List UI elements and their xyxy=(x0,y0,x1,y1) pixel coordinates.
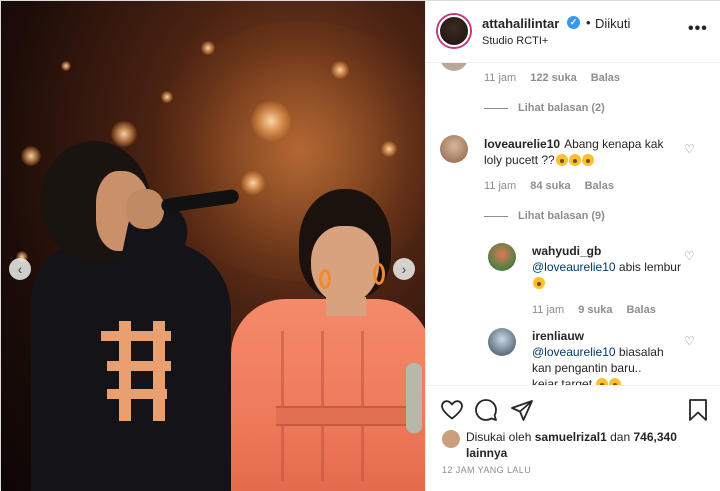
microphone xyxy=(406,363,422,433)
reply-text: irenliauw @loveaurelie10 biasalah kan pe… xyxy=(532,328,682,385)
like-reply-heart-icon[interactable]: ♡ xyxy=(684,335,696,347)
harness-strap xyxy=(101,331,171,341)
harness-strap xyxy=(107,389,167,399)
post-sidebar: attahalilintar ✓ • Diikuti Studio RCTI+ … xyxy=(425,1,720,491)
bokeh-light xyxy=(161,91,173,103)
comment-username[interactable]: loveaurelie10 xyxy=(484,137,560,151)
reply-body-continued: kejar target xyxy=(532,377,593,385)
divider-line xyxy=(484,107,508,109)
view-replies-button[interactable]: Lihat balasan (9) xyxy=(484,210,605,222)
like-comment-heart-icon[interactable]: ♡ xyxy=(684,143,696,155)
reply-likes[interactable]: 9 suka xyxy=(578,304,612,316)
reply-time: 11 jam xyxy=(532,304,565,316)
post-location[interactable]: Studio RCTI+ xyxy=(482,35,548,47)
reply-mention[interactable]: @loveaurelie10 xyxy=(532,345,616,359)
comment-text: loveaurelie10 Abang kenapa kak loly pucet… xyxy=(484,136,684,168)
bokeh-light xyxy=(21,146,41,166)
save-bookmark-icon[interactable] xyxy=(686,398,710,422)
bokeh-light xyxy=(241,171,265,195)
next-photo-button[interactable]: › xyxy=(393,258,415,280)
earring xyxy=(319,269,331,289)
likes-summary: Disukai oleh samuelrizal1 dan 746,340 la… xyxy=(466,429,706,461)
singer-woman-face xyxy=(311,226,379,304)
likes-prefix: Disukai oleh xyxy=(466,430,532,444)
earring xyxy=(373,263,385,285)
share-send-icon[interactable] xyxy=(510,398,534,422)
post-photo: ‹ › xyxy=(1,1,425,491)
reply-button[interactable]: Balas xyxy=(591,72,620,84)
view-replies-label: Lihat balasan (9) xyxy=(518,210,605,222)
bokeh-light xyxy=(111,121,137,147)
laughing-emoji-icon xyxy=(596,378,609,385)
liker-username[interactable]: samuelrizal1 xyxy=(535,430,607,444)
astonished-emoji-icon xyxy=(555,154,568,166)
reply-meta: 11 jam 9 suka Balas xyxy=(532,304,670,316)
follow-status-button[interactable]: Diikuti xyxy=(595,16,630,31)
like-heart-icon[interactable] xyxy=(440,398,464,422)
bokeh-light xyxy=(251,101,291,141)
reply-username[interactable]: irenliauw xyxy=(532,328,678,344)
author-avatar[interactable] xyxy=(438,15,470,47)
view-replies-button[interactable]: Lihat balasan (2) xyxy=(484,102,605,114)
separator-dot: • xyxy=(586,15,591,30)
bokeh-light xyxy=(201,41,215,55)
laughing-emoji-icon xyxy=(533,277,545,289)
bokeh-light xyxy=(61,61,71,71)
singer-man-hand xyxy=(126,189,164,229)
singer-woman-dress xyxy=(231,299,425,491)
comment-meta: 11 jam 122 suka Balas xyxy=(484,72,634,84)
post-header: attahalilintar ✓ • Diikuti Studio RCTI+ … xyxy=(426,1,720,63)
harness-strap xyxy=(107,361,171,371)
author-username[interactable]: attahalilintar xyxy=(482,16,559,31)
liker-avatar[interactable] xyxy=(442,430,460,448)
comment-bubble-icon[interactable] xyxy=(474,398,498,422)
chevron-right-icon: › xyxy=(401,261,407,277)
like-reply-heart-icon[interactable]: ♡ xyxy=(684,250,696,262)
previous-photo-button[interactable]: ‹ xyxy=(9,258,31,280)
astonished-emoji-icon xyxy=(568,154,581,166)
more-options-icon[interactable]: ••• xyxy=(688,20,708,38)
comments-list[interactable]: 11 jam 122 suka Balas Lihat balasan (2) lo… xyxy=(426,63,720,385)
commenter-avatar[interactable] xyxy=(440,63,468,71)
laughing-emoji-icon xyxy=(609,378,622,385)
reply-username[interactable]: wahyudi_gb xyxy=(532,243,678,259)
reply-mention[interactable]: @loveaurelie10 xyxy=(532,260,616,274)
comment-time: 11 jam xyxy=(484,180,517,192)
chevron-left-icon: ‹ xyxy=(17,261,23,277)
likes-connector: dan xyxy=(610,430,631,444)
divider-line xyxy=(484,215,508,217)
reply-button[interactable]: Balas xyxy=(626,304,655,316)
comment-meta: 11 jam 84 suka Balas xyxy=(484,180,628,192)
reply-avatar[interactable] xyxy=(488,243,516,271)
commenter-avatar[interactable] xyxy=(440,135,468,163)
reply-text: wahyudi_gb @loveaurelie10 abis lembur xyxy=(532,243,682,291)
comment-time: 11 jam xyxy=(484,72,517,84)
reply-body: abis lembur xyxy=(618,260,681,274)
post-time-ago[interactable]: 12 JAM YANG LALU xyxy=(442,465,531,475)
reply-avatar[interactable] xyxy=(488,328,516,356)
bokeh-light xyxy=(381,141,397,157)
verified-badge-icon: ✓ xyxy=(567,16,580,29)
dress-belt xyxy=(276,406,406,426)
view-replies-label: Lihat balasan (2) xyxy=(518,102,605,114)
reply-button[interactable]: Balas xyxy=(585,180,614,192)
instagram-post-modal: ‹ › attahalilintar ✓ • Diikuti Studio RC… xyxy=(0,0,720,491)
post-actions: Disukai oleh samuelrizal1 dan 746,340 la… xyxy=(426,385,720,491)
comment-likes[interactable]: 122 suka xyxy=(530,72,576,84)
astonished-emoji-icon xyxy=(581,154,594,166)
comment-likes[interactable]: 84 suka xyxy=(530,180,570,192)
bokeh-light xyxy=(331,61,349,79)
